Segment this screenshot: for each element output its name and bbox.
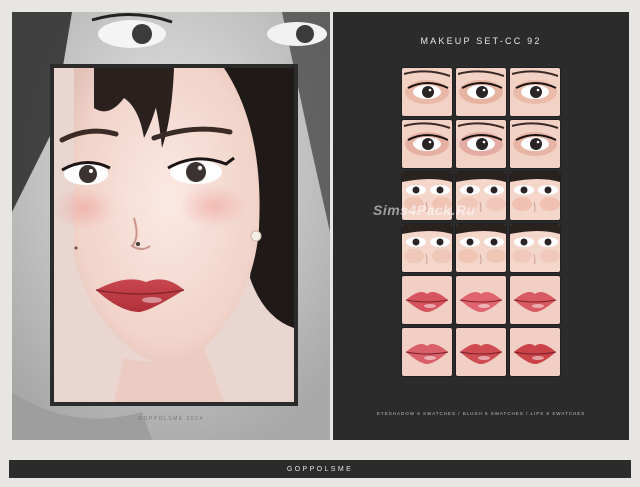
preview-panel: GOPPOLSME 2024 [12,12,330,440]
blush-swatch [402,224,452,272]
lips-swatch [402,276,452,324]
eyeshadow-swatch [402,68,452,116]
brand-bar: GOPPOLSME [9,460,631,478]
swatch-panel: MAKEUP SET-CC 92 Sims4Pack.Ru EYESHADOW … [333,12,629,440]
lips-swatch [456,328,506,376]
blush-swatch [456,224,506,272]
set-title: MAKEUP SET-CC 92 [420,36,542,46]
blush-swatch [510,172,560,220]
lips-swatch [510,276,560,324]
blush-swatch [510,224,560,272]
lips-swatch [456,276,506,324]
brand-name: GOPPOLSME [286,465,354,473]
lips-swatch [402,328,452,376]
eyeshadow-swatch [510,68,560,116]
swatch-caption: EYESHADOW 6 SWATCHES / BLUSH 6 SWATCHES … [376,411,586,416]
credit-text: GOPPOLSME 2024 [138,416,204,422]
eyeshadow-swatch [510,120,560,168]
eyeshadow-swatch [456,120,506,168]
lips-swatch [510,328,560,376]
eyeshadow-swatch [402,120,452,168]
watermark-text: Sims4Pack.Ru [373,202,476,218]
eyeshadow-swatch [456,68,506,116]
portrait-image [54,68,294,402]
portrait-frame [50,64,298,406]
